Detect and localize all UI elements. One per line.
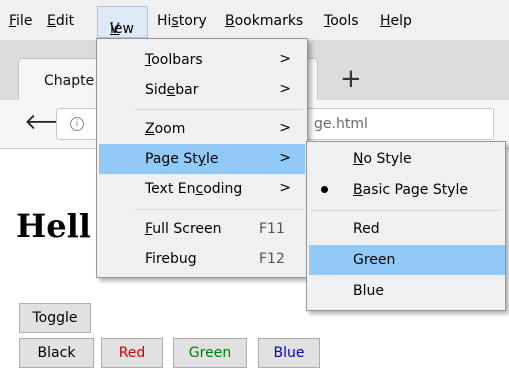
tab-title: Chapte <box>44 73 95 89</box>
menu-separator <box>135 109 303 110</box>
menu-item-text-encoding[interactable]: Text Encoding > <box>99 174 305 204</box>
chevron-right-icon: > <box>279 180 291 196</box>
toggle-button[interactable]: Toggle <box>19 303 91 333</box>
menu-separator <box>311 210 501 211</box>
menu-item-no-style[interactable]: No Style <box>309 144 505 174</box>
menu-item-full-screen[interactable]: Full Screen F11 <box>99 214 305 244</box>
menu-tools[interactable]: Tools <box>324 13 359 29</box>
menu-item-zoom[interactable]: Zoom > <box>99 114 305 144</box>
menu-item-toolbars[interactable]: Toolbars > <box>99 45 305 75</box>
menu-view[interactable]: View <box>97 6 148 38</box>
info-icon[interactable]: i <box>70 117 84 131</box>
shortcut-label: F11 <box>259 221 285 237</box>
green-button[interactable]: Green <box>173 338 247 368</box>
menu-item-basic-page-style[interactable]: Basic Page Style <box>309 175 505 205</box>
menu-bookmarks[interactable]: Bookmarks <box>225 13 303 29</box>
page-style-submenu: No Style Basic Page Style Red Green Blue <box>306 141 506 311</box>
menu-help[interactable]: Help <box>380 13 412 29</box>
menu-file[interactable]: File <box>9 13 32 29</box>
blue-button[interactable]: Blue <box>258 338 320 368</box>
menu-bar: File Edit View History Bookmarks Tools H… <box>0 0 509 41</box>
menu-item-red[interactable]: Red <box>309 214 505 244</box>
radio-bullet-icon <box>321 186 328 193</box>
view-menu: Toolbars > Sidebar > Zoom > Page Style >… <box>96 38 308 278</box>
black-button[interactable]: Black <box>19 338 94 368</box>
menu-edit[interactable]: Edit <box>47 13 74 29</box>
chevron-right-icon: > <box>279 120 291 136</box>
menu-item-firebug[interactable]: Firebug F12 <box>99 244 305 274</box>
red-button[interactable]: Red <box>101 338 163 368</box>
page-heading: Hell <box>16 207 91 245</box>
chevron-right-icon: > <box>279 51 291 67</box>
menu-item-sidebar[interactable]: Sidebar > <box>99 75 305 105</box>
menu-item-blue[interactable]: Blue <box>309 276 505 306</box>
menu-item-page-style[interactable]: Page Style > <box>99 144 305 174</box>
new-tab-plus-icon[interactable]: + <box>340 66 362 92</box>
menu-separator <box>135 209 303 210</box>
menu-item-green[interactable]: Green <box>309 245 505 275</box>
chevron-right-icon: > <box>279 81 291 97</box>
menu-history[interactable]: History <box>157 13 207 29</box>
chevron-right-icon: > <box>279 150 291 166</box>
shortcut-label: F12 <box>259 251 285 267</box>
url-text: ge.html <box>314 116 368 132</box>
